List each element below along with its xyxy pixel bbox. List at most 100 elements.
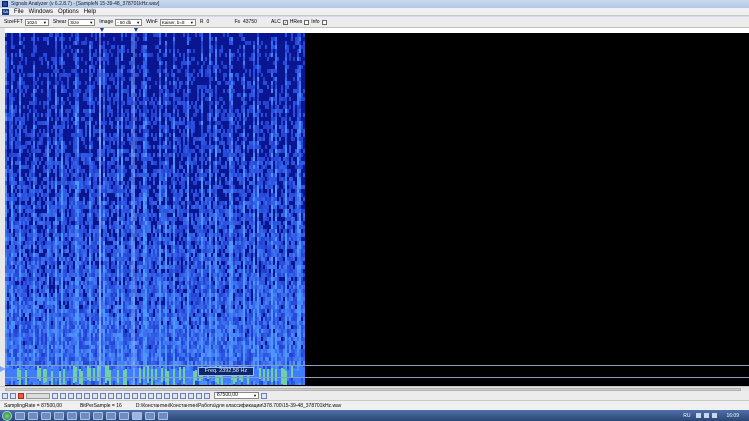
spectrogram-cell bbox=[299, 125, 301, 129]
spectrogram-cell bbox=[275, 161, 277, 165]
spectrogram-cell bbox=[121, 121, 123, 125]
spectrogram-cell bbox=[69, 233, 71, 237]
spectrogram-cell bbox=[297, 49, 299, 53]
spectrogram-cell bbox=[47, 137, 49, 141]
spectrogram-cell bbox=[119, 117, 121, 121]
spectrogram-cell bbox=[283, 133, 285, 137]
spectrogram-cell bbox=[209, 225, 211, 229]
spectrogram-cell bbox=[177, 169, 179, 173]
winf-select[interactable]: Kaiser, b=8 ▼ bbox=[159, 18, 196, 26]
spectrogram-cell bbox=[259, 193, 261, 197]
spectrogram-cell bbox=[145, 141, 147, 145]
spectrogram-cell bbox=[101, 129, 103, 133]
spectrogram-cell bbox=[285, 45, 287, 49]
spectrogram-cell bbox=[103, 217, 105, 221]
spectrogram-cell bbox=[15, 117, 17, 121]
spectrogram-cell bbox=[299, 213, 301, 217]
spectrogram-cell bbox=[139, 197, 141, 201]
spectrogram-cell bbox=[81, 229, 83, 233]
menu-file[interactable]: File bbox=[14, 8, 24, 16]
spectrogram-cell bbox=[117, 57, 119, 61]
spectrogram-cell bbox=[289, 237, 291, 241]
spectrogram-cell bbox=[73, 173, 75, 177]
size-fft-select[interactable]: 1024 ▼ bbox=[24, 18, 49, 26]
spectrogram-image[interactable] bbox=[5, 33, 305, 385]
spectrogram-cell bbox=[199, 105, 201, 109]
spectrogram-cell bbox=[61, 165, 63, 169]
spectrogram-cell bbox=[295, 233, 297, 237]
spectrogram-cell bbox=[25, 197, 27, 201]
spectrogram-cell bbox=[303, 129, 305, 133]
shear-select[interactable]: Size ▼ bbox=[68, 18, 96, 26]
spectrogram-cell bbox=[95, 61, 97, 65]
spectrogram-cell bbox=[299, 157, 301, 161]
spectrogram-cell bbox=[237, 205, 239, 209]
spectrogram-cell bbox=[127, 253, 129, 257]
marker-b-icon[interactable] bbox=[134, 28, 138, 32]
r-value[interactable]: 0 bbox=[206, 19, 230, 25]
spectrogram-cell bbox=[201, 97, 203, 101]
spectrogram-cell bbox=[253, 181, 255, 185]
spectrogram-cell bbox=[129, 121, 131, 125]
spectrogram-cell bbox=[271, 221, 273, 225]
marker-a-icon[interactable] bbox=[100, 28, 104, 32]
spectrogram-cell bbox=[91, 89, 93, 93]
spectrogram-cell bbox=[185, 161, 187, 165]
spectrogram-cell bbox=[187, 73, 189, 77]
spectrogram-cell bbox=[199, 137, 201, 141]
info-checkbox[interactable] bbox=[321, 19, 327, 25]
spectrogram-cell bbox=[81, 245, 83, 249]
spectrogram-cell bbox=[117, 137, 119, 141]
menu-help[interactable]: Help bbox=[84, 8, 96, 16]
spectrogram-cell bbox=[209, 177, 211, 181]
alc-checkbox[interactable]: ✓ bbox=[282, 19, 288, 25]
spectrogram-cell bbox=[57, 245, 59, 249]
spectrogram-cell bbox=[109, 149, 111, 153]
spectrogram-cell bbox=[187, 157, 189, 161]
spectrogram-cell bbox=[145, 93, 147, 97]
spectrogram-cell bbox=[147, 189, 149, 193]
spectrogram-cell bbox=[67, 193, 69, 197]
spectrogram-cell bbox=[231, 77, 233, 81]
spectrogram-cell bbox=[33, 49, 35, 53]
menu-options[interactable]: Options bbox=[58, 8, 79, 16]
spectrogram-cell bbox=[47, 233, 49, 237]
spectrogram-cell bbox=[283, 125, 285, 129]
spectrogram-cell bbox=[131, 173, 133, 177]
spectrogram-cell bbox=[229, 93, 231, 97]
spectrogram-cell bbox=[89, 233, 91, 237]
spectrogram-cell bbox=[75, 205, 77, 209]
spectrogram-cell bbox=[71, 69, 73, 73]
spectrogram-cell bbox=[293, 245, 295, 249]
spectrogram-cell bbox=[27, 113, 29, 117]
spectrogram-cell bbox=[213, 221, 215, 225]
spectrogram-cell bbox=[237, 157, 239, 161]
spectrogram-cell bbox=[19, 257, 21, 261]
spectrogram-cell bbox=[107, 57, 109, 61]
spectrogram-cell bbox=[89, 165, 91, 169]
spectrogram-cell bbox=[119, 253, 121, 257]
spectrogram-cell bbox=[259, 45, 261, 49]
menu-windows[interactable]: Windows bbox=[29, 8, 53, 16]
spectrogram-cell bbox=[115, 257, 117, 261]
spectrogram-cell bbox=[121, 117, 123, 121]
spectrogram-cell bbox=[77, 233, 79, 237]
spectrogram-cell bbox=[219, 209, 221, 213]
spectrogram-cell bbox=[275, 205, 277, 209]
hres-checkbox[interactable] bbox=[304, 19, 310, 25]
spectrogram-cell bbox=[239, 165, 241, 169]
spectrogram-cell bbox=[11, 53, 13, 57]
spectrogram-cell bbox=[77, 101, 79, 105]
spectrogram-cell bbox=[273, 109, 275, 113]
fs-value[interactable]: 43750 bbox=[243, 19, 267, 25]
spectrogram-cell bbox=[121, 89, 123, 93]
spectrogram-cell bbox=[33, 101, 35, 105]
spectrogram-cell bbox=[89, 213, 91, 217]
document-icon[interactable]: SA bbox=[2, 8, 9, 15]
spectrogram-cell bbox=[171, 93, 173, 97]
spectrogram-cell bbox=[241, 209, 243, 213]
spectrogram-cell bbox=[65, 221, 67, 225]
spectrogram-cell bbox=[91, 245, 93, 249]
spectrogram-cell bbox=[59, 113, 61, 117]
image-select[interactable]: - 50 db ▼ bbox=[115, 18, 143, 26]
